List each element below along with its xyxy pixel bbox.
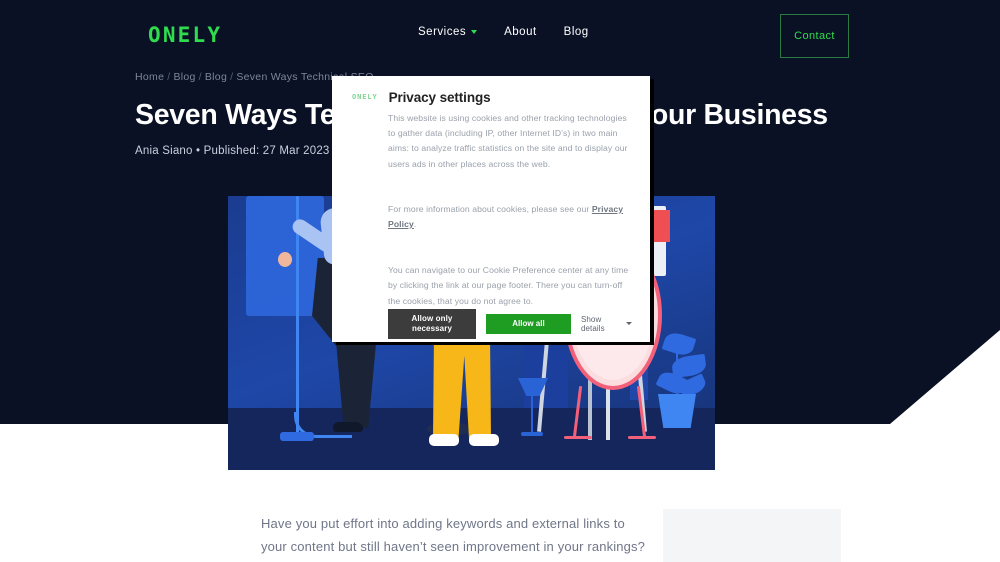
breadcrumb-item-home[interactable]: Home [135, 71, 164, 83]
modal-body: This website is using cookies and other … [332, 111, 650, 309]
modal-header: ONELY Privacy settings [332, 76, 650, 111]
breadcrumb-item-blog-1[interactable]: Blog [173, 71, 195, 83]
illustration-person-one-hand [278, 252, 292, 267]
nav-item-services[interactable]: Services [418, 24, 478, 40]
breadcrumb-separator: / [167, 71, 171, 83]
breadcrumb-separator: / [230, 71, 234, 83]
nav-item-about[interactable]: About [504, 24, 537, 40]
privacy-settings-modal: ONELY Privacy settings This website is u… [332, 76, 650, 342]
illustration-lamp-pole [531, 394, 533, 434]
allow-all-button[interactable]: Allow all [485, 313, 571, 334]
modal-title: Privacy settings [388, 90, 491, 105]
main-navigation: Services About Blog [418, 24, 589, 40]
nav-item-blog[interactable]: Blog [564, 24, 589, 40]
article-meta: Ania Siano • Published: 27 Mar 2023 [135, 145, 330, 157]
chevron-down-icon [471, 30, 478, 34]
allow-only-necessary-button[interactable]: Allow only necessary [388, 308, 476, 339]
modal-policy-suffix: . [413, 219, 417, 230]
show-details-toggle[interactable]: Show details [581, 315, 632, 333]
show-details-label: Show details [580, 314, 605, 333]
onely-logo[interactable]: ONELY [148, 24, 222, 46]
illustration-person-two-shoe-right [469, 434, 499, 446]
modal-policy-prefix: For more information about cookies, plea… [388, 203, 592, 214]
breadcrumb-separator: / [198, 71, 202, 83]
modal-onely-logo: ONELY [352, 93, 378, 101]
page-root: ONELY Services About Blog Contact Home / B… [0, 0, 1000, 562]
illustration-lamp-base [521, 432, 543, 436]
breadcrumb-item-blog-2[interactable]: Blog [205, 71, 227, 83]
contact-button[interactable]: Contact [780, 14, 849, 58]
chevron-down-icon [626, 322, 632, 326]
article-intro-paragraph: Have you put effort into adding keywords… [261, 516, 646, 554]
nav-item-services-label: Services [418, 26, 467, 38]
sidebar-placeholder-box [663, 509, 841, 562]
illustration-vacuum-head [280, 432, 314, 441]
modal-paragraph-policy: For more information about cookies, plea… [388, 202, 632, 232]
site-header: ONELY Services About Blog Contact [0, 0, 1000, 70]
illustration-person-one-shoe [333, 422, 363, 432]
illustration-person-two-shoe-left [429, 434, 459, 446]
illustration-plant-leaf [661, 329, 697, 359]
illustration-mirror-foot-right [628, 436, 656, 439]
modal-paragraph-preference-center: You can navigate to our Cookie Preferenc… [388, 265, 629, 306]
modal-paragraph-intro: This website is using cookies and other … [388, 113, 628, 169]
modal-actions: Allow only necessary Allow all Show deta… [332, 308, 650, 353]
illustration-plant-pot [658, 394, 696, 428]
illustration-mirror-foot-left [564, 436, 592, 439]
